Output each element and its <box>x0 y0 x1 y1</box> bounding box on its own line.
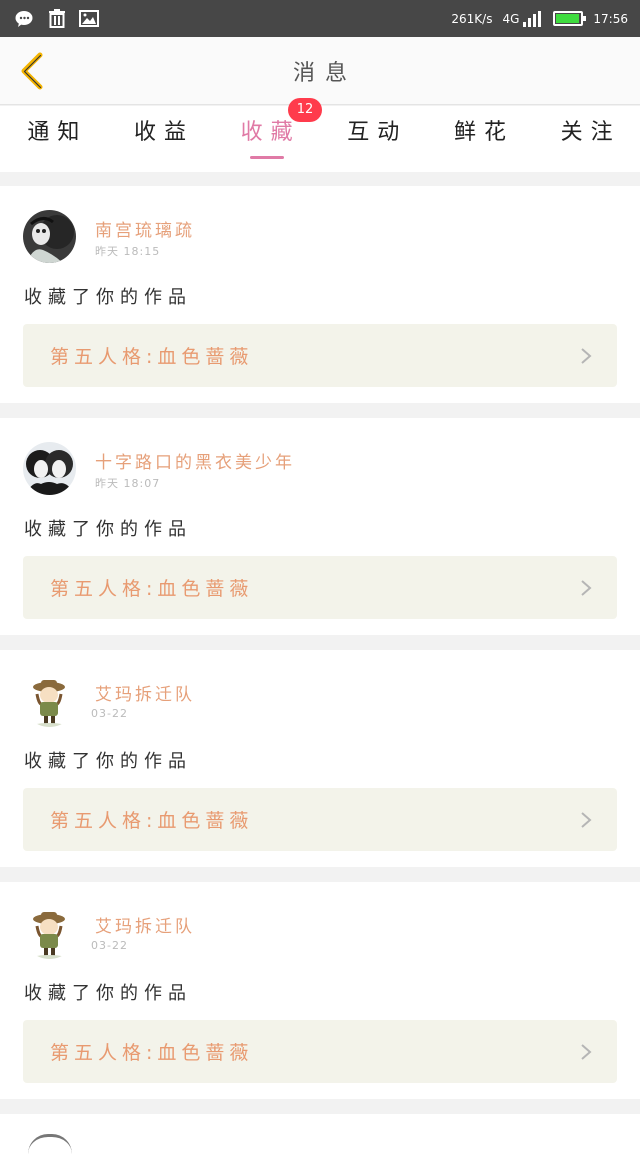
unread-badge: 12 <box>288 98 322 122</box>
chevron-right-icon <box>581 347 592 364</box>
timestamp: 03-22 <box>91 939 128 952</box>
action-text: 收藏了你的作品 <box>24 983 192 1004</box>
avatar[interactable] <box>28 1134 72 1154</box>
tab-label: 关注 <box>560 120 621 145</box>
chevron-left-icon <box>21 52 43 90</box>
divider <box>0 172 640 186</box>
avatar[interactable] <box>23 906 76 959</box>
list-item[interactable]: 艾玛拆迁队 03-22 收藏了你的作品 第五人格:血色蔷薇 <box>0 882 640 1099</box>
work-title: 第五人格:血色蔷薇 <box>50 810 254 832</box>
user-name[interactable]: 艾玛拆迁队 <box>95 912 195 937</box>
avatar[interactable] <box>23 674 76 727</box>
action-text: 收藏了你的作品 <box>24 287 192 308</box>
tab-earnings[interactable]: 收益 <box>107 106 214 172</box>
work-title: 第五人格:血色蔷薇 <box>50 1042 254 1064</box>
timestamp: 昨天 18:15 <box>95 245 161 258</box>
tab-label: 鲜花 <box>453 120 514 145</box>
notification-list: 南宫琉璃疏 昨天 18:15 收藏了你的作品 第五人格:血色蔷薇 十字路口的黑衣… <box>0 186 640 1154</box>
avatar[interactable] <box>23 210 76 263</box>
page-title: 消息 <box>292 60 357 86</box>
user-name[interactable]: 十字路口的黑衣美少年 <box>95 448 295 473</box>
signal-icon <box>521 8 543 30</box>
tab-notifications[interactable]: 通知 <box>0 106 107 172</box>
work-link[interactable]: 第五人格:血色蔷薇 <box>23 556 617 619</box>
list-item[interactable] <box>0 1114 640 1154</box>
work-link[interactable]: 第五人格:血色蔷薇 <box>23 324 617 387</box>
tab-flowers[interactable]: 鲜花 <box>427 106 534 172</box>
chevron-right-icon <box>581 579 592 596</box>
tab-interactions[interactable]: 互动 <box>320 106 427 172</box>
tab-label: 通知 <box>27 120 88 145</box>
active-tab-indicator <box>249 156 284 159</box>
tab-label: 收藏 <box>240 120 301 145</box>
back-button[interactable] <box>12 49 52 93</box>
work-title: 第五人格:血色蔷薇 <box>50 346 254 368</box>
battery-icon <box>553 11 587 26</box>
tab-bar: 通知 收益 收藏 互动 鲜花 关注 12 <box>0 98 640 172</box>
list-item[interactable]: 十字路口的黑衣美少年 昨天 18:07 收藏了你的作品 第五人格:血色蔷薇 <box>0 418 640 635</box>
list-item[interactable]: 南宫琉璃疏 昨天 18:15 收藏了你的作品 第五人格:血色蔷薇 <box>0 186 640 403</box>
app-header: 消息 <box>0 37 640 105</box>
tab-label: 收益 <box>133 120 194 145</box>
timestamp: 昨天 18:07 <box>95 477 161 490</box>
image-icon <box>78 8 100 30</box>
work-title: 第五人格:血色蔷薇 <box>50 578 254 600</box>
chevron-right-icon <box>581 811 592 828</box>
list-item[interactable]: 艾玛拆迁队 03-22 收藏了你的作品 第五人格:血色蔷薇 <box>0 650 640 867</box>
action-text: 收藏了你的作品 <box>24 751 192 772</box>
clock: 17:56 <box>593 11 628 26</box>
tab-follows[interactable]: 关注 <box>533 106 640 172</box>
timestamp: 03-22 <box>91 707 128 720</box>
work-link[interactable]: 第五人格:血色蔷薇 <box>23 1020 617 1083</box>
status-bar: 261K/s 4G 17:56 <box>0 0 640 37</box>
network-type: 4G <box>502 11 520 26</box>
avatar[interactable] <box>23 442 76 495</box>
user-name[interactable]: 南宫琉璃疏 <box>95 216 195 241</box>
work-link[interactable]: 第五人格:血色蔷薇 <box>23 788 617 851</box>
trash-icon <box>46 8 68 30</box>
user-name[interactable]: 艾玛拆迁队 <box>95 680 195 705</box>
wechat-icon <box>14 8 36 30</box>
tab-label: 互动 <box>347 120 408 145</box>
net-speed: 261K/s <box>451 11 493 26</box>
chevron-right-icon <box>581 1043 592 1060</box>
action-text: 收藏了你的作品 <box>24 519 192 540</box>
